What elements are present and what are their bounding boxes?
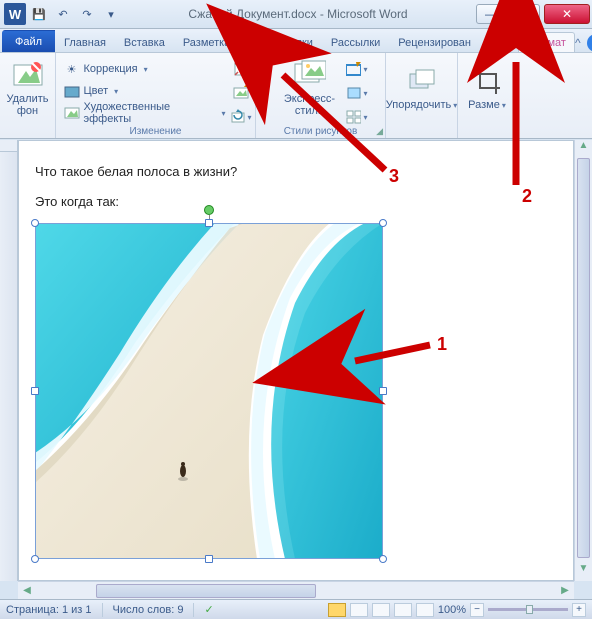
horizontal-scrollbar[interactable]: ◀ ▶	[18, 581, 574, 599]
view-draft-button[interactable]	[416, 603, 434, 617]
size-button[interactable]: Разме	[460, 55, 514, 121]
scroll-right-button[interactable]: ▶	[556, 585, 574, 596]
compress-pictures-button[interactable]	[230, 59, 252, 79]
view-web-button[interactable]	[372, 603, 390, 617]
vertical-ruler	[0, 152, 18, 581]
window-title: Сжатый Документ.docx - Microsoft Word	[122, 7, 474, 21]
status-bar: Страница: 1 из 1 Число слов: 9 ✓ 100% − …	[0, 599, 592, 619]
resize-handle-t[interactable]	[205, 219, 213, 227]
resize-handle-bl[interactable]	[31, 555, 39, 563]
zoom-thumb[interactable]	[526, 605, 533, 614]
artistic-effects-button[interactable]: Художественные эффекты	[60, 103, 230, 123]
annotation-3: 3	[389, 166, 399, 187]
collapse-ribbon-button[interactable]: ^	[575, 36, 581, 50]
word-count[interactable]: Число слов: 9	[113, 604, 184, 616]
paragraph-1[interactable]: Что такое белая полоса в жизни?	[35, 163, 557, 181]
view-reading-button[interactable]	[350, 603, 368, 617]
arrange-icon	[406, 65, 438, 97]
color-button[interactable]: Цвет	[60, 81, 230, 101]
resize-handle-r[interactable]	[379, 387, 387, 395]
view-outline-button[interactable]	[394, 603, 412, 617]
color-icon	[64, 83, 80, 99]
minimize-button[interactable]: —	[476, 4, 506, 24]
group-change-label: Изменение	[56, 126, 255, 137]
size-label: Разме	[468, 99, 506, 112]
color-label: Цвет	[84, 85, 109, 97]
arrange-label: Упорядочить	[386, 99, 457, 112]
change-picture-button[interactable]	[230, 83, 252, 103]
document-area[interactable]: Что такое белая полоса в жизни? Это когд…	[18, 140, 574, 581]
zoom-out-button[interactable]: −	[470, 603, 484, 617]
qat-more-button[interactable]: ▾	[100, 3, 122, 25]
quick-styles-icon	[294, 59, 326, 91]
app-icon[interactable]: W	[4, 3, 26, 25]
tab-view[interactable]: Вид	[480, 32, 518, 52]
remove-background-button[interactable]: Удалить фон	[0, 55, 56, 121]
redo-button[interactable]: ↷	[76, 3, 98, 25]
selected-image[interactable]	[35, 223, 383, 559]
crop-icon	[471, 65, 503, 97]
picture-layout-button[interactable]	[346, 107, 368, 127]
tab-home[interactable]: Главная	[55, 32, 115, 52]
tab-mailings[interactable]: Рассылки	[322, 32, 389, 52]
scroll-left-button[interactable]: ◀	[18, 585, 36, 596]
help-button[interactable]: ?	[587, 34, 592, 52]
zoom-level[interactable]: 100%	[438, 604, 466, 616]
window-controls: — ☐ ✕	[474, 4, 592, 24]
page-indicator[interactable]: Страница: 1 из 1	[6, 604, 92, 616]
close-button[interactable]: ✕	[544, 4, 590, 24]
selection-frame	[35, 223, 383, 559]
tab-file[interactable]: Файл	[2, 30, 55, 52]
save-button[interactable]: 💾	[28, 3, 50, 25]
tab-insert[interactable]: Вставка	[115, 32, 174, 52]
proofing-icon[interactable]: ✓	[204, 603, 213, 616]
tab-format[interactable]: Формат	[518, 32, 575, 52]
quick-styles-label: Экспресс-стили	[274, 93, 346, 117]
effects-icon	[64, 105, 80, 121]
rotate-handle[interactable]	[204, 205, 214, 215]
tab-review[interactable]: Рецензирован	[389, 32, 480, 52]
document-content: Что такое белая полоса в жизни? Это когд…	[19, 141, 573, 575]
quick-styles-button[interactable]: Экспресс-стили	[274, 55, 346, 121]
remove-bg-label: Удалить фон	[7, 93, 49, 117]
undo-button[interactable]: ↶	[52, 3, 74, 25]
tab-references[interactable]: Ссылки	[265, 32, 322, 52]
resize-handle-tr[interactable]	[379, 219, 387, 227]
quick-access-toolbar: W 💾 ↶ ↷ ▾	[0, 3, 122, 25]
group-styles-label: Стили рисунков	[256, 126, 385, 137]
picture-border-button[interactable]	[346, 59, 368, 79]
title-bar: W 💾 ↶ ↷ ▾ Сжатый Документ.docx - Microso…	[0, 0, 592, 29]
paragraph-2[interactable]: Это когда так:	[35, 193, 557, 211]
remove-bg-icon	[12, 59, 44, 91]
ribbon-tabs: Файл Главная Вставка Разметка стра Ссылк…	[0, 29, 592, 53]
resize-handle-l[interactable]	[31, 387, 39, 395]
arrange-button[interactable]: Упорядочить	[388, 55, 456, 121]
view-print-layout-button[interactable]	[328, 603, 346, 617]
resize-handle-br[interactable]	[379, 555, 387, 563]
zoom-slider[interactable]: − +	[470, 603, 586, 617]
resize-handle-b[interactable]	[205, 555, 213, 563]
horizontal-scroll-thumb[interactable]	[96, 584, 316, 598]
ribbon: Удалить фон ☀ Коррекция Цвет Художествен…	[0, 53, 592, 139]
vertical-scroll-thumb[interactable]	[577, 158, 590, 558]
picture-effects-button[interactable]	[346, 83, 368, 103]
dialog-launcher-icon[interactable]: ◢	[376, 126, 383, 137]
annotation-2: 2	[522, 186, 532, 207]
maximize-button[interactable]: ☐	[510, 4, 540, 24]
reset-picture-button[interactable]	[230, 107, 252, 127]
effects-label: Художественные эффекты	[84, 101, 216, 125]
corrections-button[interactable]: ☀ Коррекция	[60, 59, 230, 79]
tab-layout[interactable]: Разметка стра	[174, 32, 265, 52]
vertical-scrollbar[interactable]: ▲ ▼	[574, 140, 592, 581]
zoom-track[interactable]	[488, 608, 568, 611]
brightness-icon: ☀	[64, 61, 80, 77]
corrections-label: Коррекция	[84, 63, 138, 75]
annotation-1: 1	[437, 334, 447, 355]
ruler-corner	[0, 140, 18, 152]
zoom-in-button[interactable]: +	[572, 603, 586, 617]
